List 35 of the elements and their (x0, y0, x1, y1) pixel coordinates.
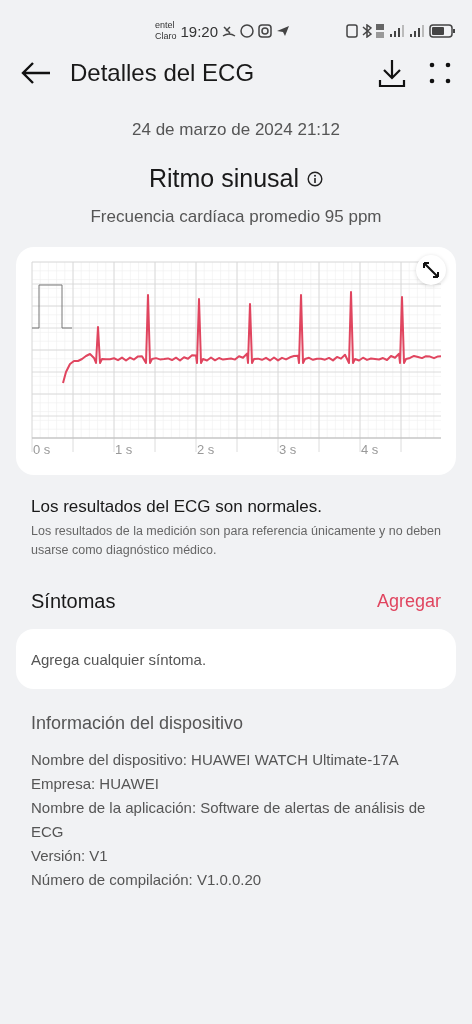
time-axis-label: 0 s (33, 442, 51, 457)
section-title: Síntomas (31, 590, 116, 613)
signal-icon (389, 24, 405, 38)
section-title: Información del dispositivo (30, 713, 245, 734)
carrier-name: entel (155, 20, 176, 31)
time-axis-label: 2 s (197, 442, 215, 457)
rhythm-title: Ritmo sinusal (148, 164, 300, 193)
device-info-line: Nombre del dispositivo: HUAWEI WATCH Ultimate-17A (30, 750, 400, 770)
add-link[interactable]: Agregar (376, 591, 441, 612)
back-arrow-icon (20, 61, 52, 85)
status-time: 19:20 (180, 22, 219, 40)
result-disclaimer: Los resultados de la medición son para referencia únicamente y no deben usarse como diagnóstico médico. (30, 523, 442, 559)
average-heart-rate: Frecuencia cardíaca promedio 95 ppm (89, 207, 383, 227)
battery-icon (429, 24, 456, 38)
record-date: 24 de marzo de 2024 21:12 (131, 120, 341, 140)
paper-plane-icon (276, 24, 291, 38)
time-axis-label: 1 s (115, 442, 133, 457)
time-axis-label: 3 s (279, 442, 297, 457)
expand-icon (422, 261, 440, 279)
carrier-name: Claro (155, 31, 177, 42)
more-icon (428, 61, 452, 85)
download-icon (378, 58, 406, 88)
camera-icon (258, 24, 273, 38)
result-summary: Los resultados del ECG son normales. (30, 497, 324, 517)
symptoms-field[interactable]: Agrega cualquier síntoma. (16, 629, 456, 689)
device-info-line: Empresa: HUAWEI (30, 774, 160, 794)
expand-button[interactable] (416, 255, 446, 285)
signal-icon (409, 24, 425, 38)
device-info-line: Número de compilación: V1.0.0.20 (30, 870, 263, 890)
page-title: Detalles del ECG (70, 59, 255, 87)
info-icon[interactable] (307, 170, 324, 187)
time-axis-label: 4 s (361, 442, 379, 457)
bluetooth-icon (362, 24, 372, 38)
device-info-line: Nombre de la aplicación: Software de alertas de análisis de ECG (30, 798, 427, 842)
device-info-line: Versión: V1 (30, 846, 109, 866)
